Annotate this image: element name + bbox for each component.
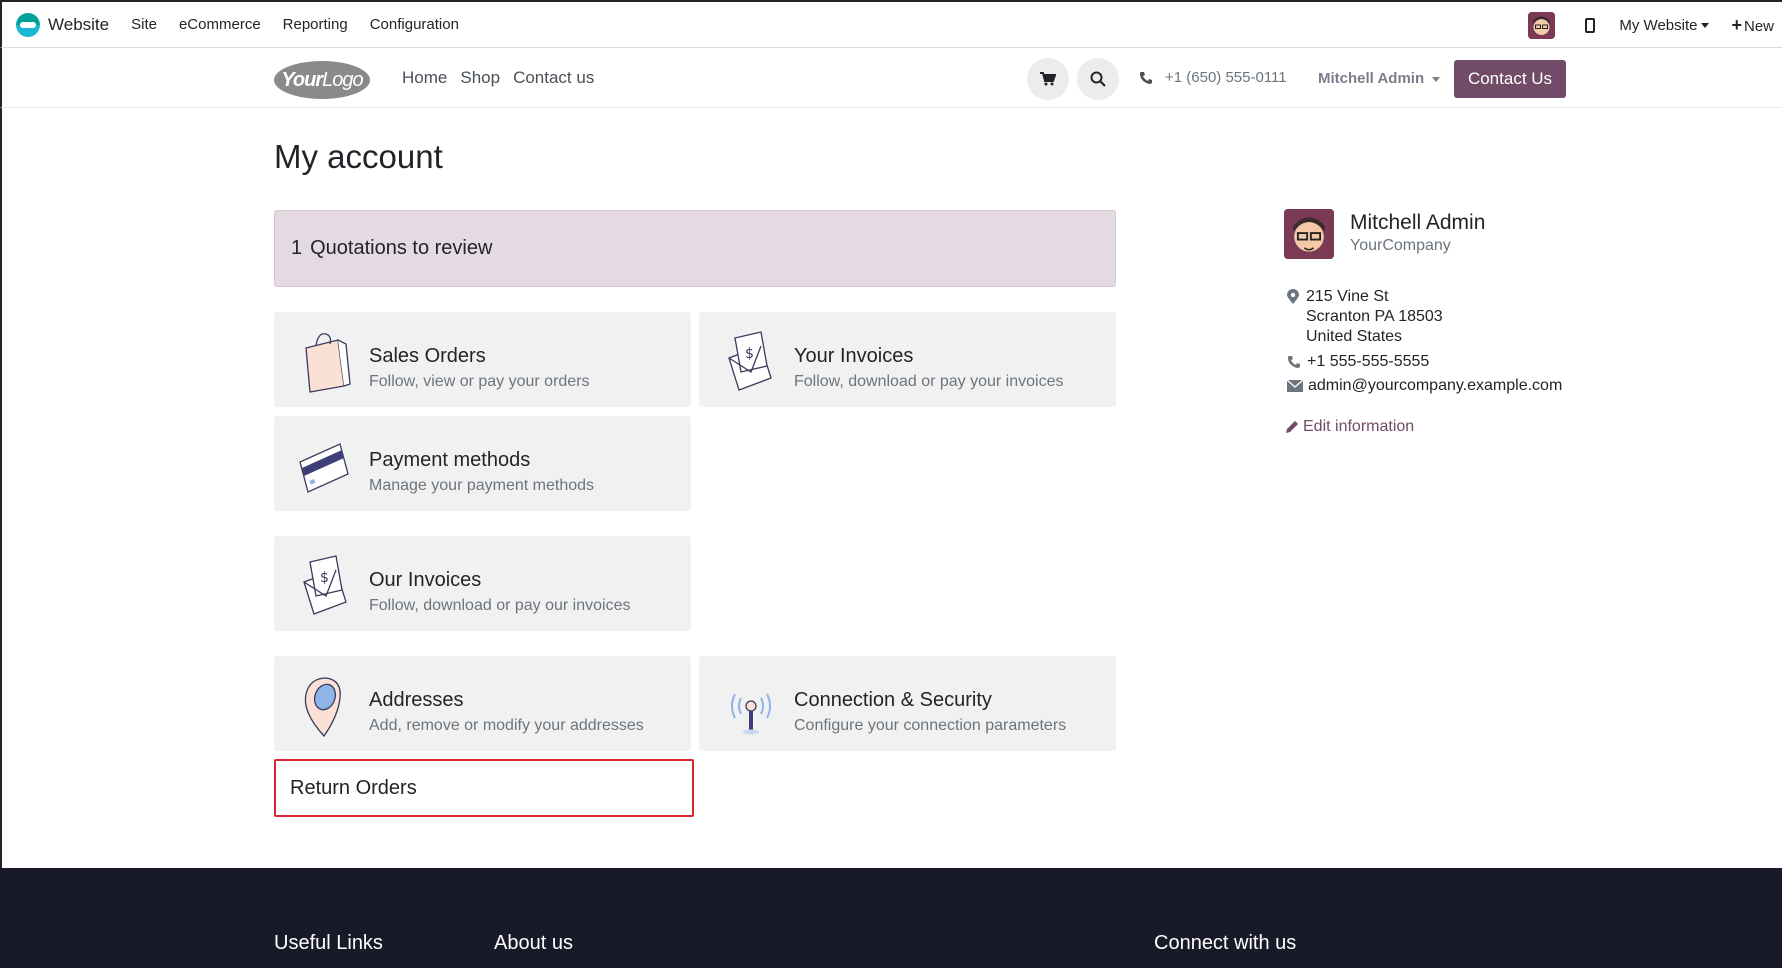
credit-card-icon	[299, 443, 349, 493]
antenna-icon	[731, 693, 771, 735]
profile-email-address: admin@yourcompany.example.com	[1308, 377, 1563, 394]
card-subtitle: Follow, download or pay our invoices	[369, 597, 631, 614]
site-logo[interactable]: Your Logo	[274, 61, 370, 99]
map-pin-icon	[304, 677, 341, 738]
svg-text:$: $	[745, 346, 754, 362]
plus-icon: +	[1731, 14, 1742, 35]
card-title: Your Invoices	[794, 345, 914, 367]
menu-configuration[interactable]: Configuration	[370, 16, 459, 33]
quotations-alert-text: Quotations to review	[310, 237, 493, 259]
quotations-count: 1	[291, 237, 303, 259]
caret-down-icon	[1701, 23, 1710, 29]
card-title: Sales Orders	[369, 345, 486, 367]
menu-ecommerce[interactable]: eCommerce	[179, 16, 261, 33]
contact-us-button[interactable]: Contact Us	[1454, 60, 1566, 98]
profile-email: admin@yourcompany.example.com	[1287, 377, 1562, 395]
card-subtitle: Add, remove or modify your addresses	[369, 717, 644, 734]
svg-text:$: $	[320, 570, 329, 586]
edit-information-label: Edit information	[1303, 418, 1415, 435]
site-footer: Useful Links About us Connect with us	[0, 868, 1782, 968]
footer-connect-with-us: Connect with us	[1154, 932, 1297, 954]
profile-company: YourCompany	[1350, 237, 1451, 254]
new-button[interactable]: + New	[1731, 15, 1774, 36]
profile-phone: +1 555-555-5555	[1287, 353, 1429, 371]
quotations-alert[interactable]: 1 Quotations to review	[274, 210, 1116, 287]
card-sales-orders[interactable]: Sales Orders Follow, view or pay your or…	[274, 312, 691, 407]
card-payment-methods[interactable]: Payment methods Manage your payment meth…	[274, 416, 691, 511]
admin-navbar: Website Site eCommerce Reporting Configu…	[0, 0, 1782, 48]
card-title: Connection & Security	[794, 689, 992, 711]
invoice-envelope-icon: $	[303, 555, 347, 615]
page-title: My account	[274, 138, 443, 175]
user-menu[interactable]: Mitchell Admin	[1318, 70, 1441, 87]
cart-button[interactable]	[1027, 58, 1069, 100]
header-phone-number: +1 (650) 555-0111	[1165, 69, 1287, 86]
card-addresses[interactable]: Addresses Add, remove or modify your add…	[274, 656, 691, 751]
profile-avatar	[1284, 209, 1334, 259]
card-subtitle: Follow, download or pay your invoices	[794, 373, 1064, 390]
website-switcher-label: My Website	[1619, 16, 1698, 34]
card-title: Our Invoices	[369, 569, 482, 591]
invoice-envelope-icon: $	[728, 331, 772, 391]
address-line: 215 Vine St	[1306, 288, 1389, 305]
mobile-preview-icon[interactable]	[1585, 17, 1596, 33]
website-switcher[interactable]: My Website	[1619, 16, 1710, 34]
menu-site[interactable]: Site	[131, 16, 157, 33]
app-brand[interactable]: Website	[16, 12, 110, 37]
app-brand-label: Website	[48, 14, 110, 34]
website-header: Your Logo Home Shop Contact us +1 (650) 5…	[0, 48, 1782, 108]
phone-icon	[1140, 71, 1152, 84]
card-subtitle: Configure your connection parameters	[794, 717, 1067, 734]
window-left-border	[0, 108, 2, 868]
admin-menu: Site eCommerce Reporting Configuration	[131, 16, 481, 33]
new-button-label: New	[1743, 17, 1774, 35]
profile-name: Mitchell Admin	[1350, 211, 1486, 234]
card-subtitle: Manage your payment methods	[369, 477, 595, 494]
nav-contact-us[interactable]: Contact us	[513, 68, 594, 88]
card-our-invoices[interactable]: $ Our Invoices Follow, download or pay o…	[274, 536, 691, 631]
nav-shop[interactable]: Shop	[460, 68, 500, 88]
site-nav: Home Shop Contact us	[402, 68, 607, 88]
edit-information-link[interactable]: Edit information	[1285, 418, 1414, 436]
nav-home[interactable]: Home	[402, 68, 447, 88]
pencil-icon	[1286, 421, 1298, 433]
user-avatar[interactable]	[1528, 11, 1556, 39]
footer-useful-links: Useful Links	[274, 932, 383, 954]
search-icon	[1090, 71, 1106, 87]
address-line: United States	[1306, 328, 1403, 345]
footer-about-us: About us	[494, 932, 573, 954]
avatar-face-icon	[1528, 11, 1556, 39]
card-title: Payment methods	[369, 449, 531, 471]
return-orders-link[interactable]: Return Orders	[274, 759, 694, 817]
profile-address: 215 Vine St Scranton PA 18503 United Sta…	[1306, 287, 1443, 347]
user-menu-label: Mitchell Admin	[1318, 70, 1425, 87]
envelope-icon	[1287, 380, 1303, 392]
profile-phone-number: +1 555-555-5555	[1307, 353, 1430, 370]
odoo-website-icon	[16, 12, 40, 37]
avatar-face-icon	[1284, 209, 1334, 259]
caret-down-icon	[1432, 76, 1441, 82]
header-phone[interactable]: +1 (650) 555-0111	[1139, 69, 1287, 86]
card-connection-security[interactable]: Connection & Security Configure your con…	[699, 656, 1116, 751]
address-line: Scranton PA 18503	[1306, 308, 1443, 325]
cart-icon	[1040, 72, 1056, 86]
card-your-invoices[interactable]: $ Your Invoices Follow, download or pay …	[699, 312, 1116, 407]
card-subtitle: Follow, view or pay your orders	[369, 373, 590, 390]
admin-right-controls: My Website + New	[1528, 2, 1782, 48]
phone-icon	[1288, 356, 1300, 368]
map-marker-icon	[1287, 289, 1299, 304]
card-title: Addresses	[369, 689, 464, 711]
search-button[interactable]	[1077, 58, 1119, 100]
shopping-bag-icon	[305, 333, 351, 393]
menu-reporting[interactable]: Reporting	[283, 16, 348, 33]
